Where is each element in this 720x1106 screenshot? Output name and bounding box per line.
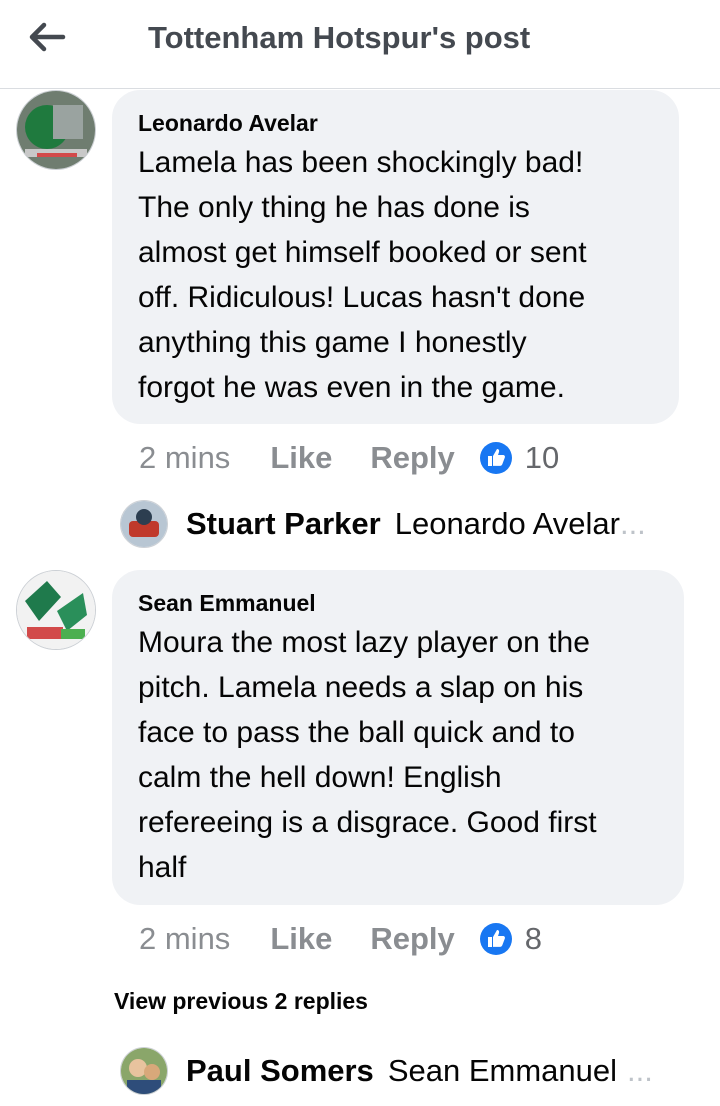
reply-button[interactable]: Reply [370, 921, 454, 957]
reply-author: Paul Somers [186, 1053, 374, 1088]
comment-bubble: Leonardo Avelar Lamela has been shocking… [112, 90, 679, 424]
comment-time[interactable]: 2 mins [139, 921, 230, 957]
reaction-summary[interactable]: 10 [479, 440, 559, 476]
avatar-paul-somers [120, 1047, 168, 1095]
comment-author[interactable]: Leonardo Avelar [138, 110, 318, 137]
reply-button[interactable]: Reply [370, 440, 454, 476]
reply-snippet: Sean Emmanuel [387, 1053, 617, 1088]
reply-snippet: Leonardo Avelar [394, 506, 620, 541]
back-button[interactable] [22, 14, 72, 60]
reaction-count: 8 [524, 921, 543, 956]
thumbs-up-icon [479, 923, 512, 955]
arrow-left-icon [29, 22, 66, 52]
avatar-sean-emmanuel[interactable] [16, 570, 96, 650]
like-button[interactable]: Like [270, 440, 332, 476]
reply-ellipsis: ... [619, 506, 646, 541]
comment-author[interactable]: Sean Emmanuel [138, 590, 316, 617]
comment-text: Lamela has been shockingly bad! The only… [138, 146, 587, 404]
view-previous-replies[interactable]: View previous 2 replies [114, 988, 368, 1015]
reaction-count: 10 [524, 440, 560, 475]
comment-actions: 2 mins Like Reply 8 [139, 921, 542, 957]
page-title: Tottenham Hotspur's post [148, 20, 531, 55]
avatar-stuart-parker [120, 500, 168, 548]
reply-preview[interactable]: Paul Somers Sean Emmanuel ... [120, 1047, 653, 1095]
comment-time[interactable]: 2 mins [139, 440, 230, 476]
reply-ellipsis: ... [627, 1053, 653, 1088]
comment-text: Moura the most lazy player on the pitch.… [138, 626, 597, 884]
comment-bubble: Sean Emmanuel Moura the most lazy player… [112, 570, 684, 905]
avatar-leonardo-avelar[interactable] [16, 90, 96, 170]
post-header: Tottenham Hotspur's post [0, 0, 720, 89]
thumbs-up-icon [479, 442, 512, 474]
reply-preview[interactable]: Stuart Parker Leonardo Avelar ... [120, 500, 646, 548]
reaction-summary[interactable]: 8 [479, 921, 542, 957]
like-button[interactable]: Like [270, 921, 332, 957]
reply-author: Stuart Parker [186, 506, 381, 541]
comment-actions: 2 mins Like Reply 10 [139, 440, 559, 476]
